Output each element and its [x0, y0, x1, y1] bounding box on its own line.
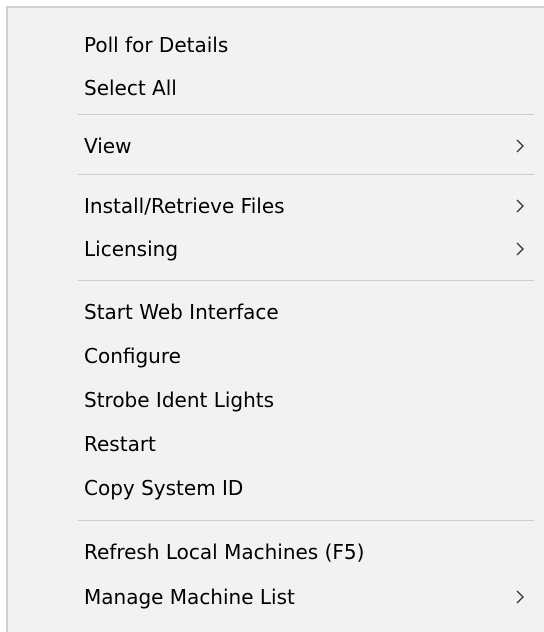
menu-item-label: Poll for Details [84, 33, 229, 57]
menu-item-label: Copy System ID [84, 476, 244, 500]
menu-separator [78, 280, 534, 281]
chevron-right-icon [516, 590, 524, 604]
menu-item-label: Manage Machine List [84, 585, 295, 609]
menu-item-label: Strobe Ident Lights [84, 388, 275, 412]
menu-item-label: Restart [84, 432, 156, 456]
chevron-right-icon [516, 242, 524, 256]
menu-separator [78, 174, 534, 175]
chevron-right-icon [516, 139, 524, 153]
context-menu: Poll for Details Select All View Install… [6, 6, 544, 632]
menu-item-restart[interactable]: Restart [8, 422, 544, 466]
menu-item-poll-for-details[interactable]: Poll for Details [8, 23, 544, 67]
menu-item-refresh-local-machines[interactable]: Refresh Local Machines (F5) [8, 530, 544, 574]
menu-item-configure[interactable]: Configure [8, 334, 544, 378]
menu-item-label: Select All [84, 76, 177, 100]
menu-item-manage-machine-list[interactable]: Manage Machine List [8, 575, 544, 619]
menu-item-label: Refresh Local Machines (F5) [84, 540, 365, 564]
menu-item-label: Licensing [84, 237, 179, 261]
menu-item-view[interactable]: View [8, 124, 544, 168]
menu-item-label: Start Web Interface [84, 300, 279, 324]
menu-item-select-all[interactable]: Select All [8, 66, 544, 110]
chevron-right-icon [516, 199, 524, 213]
menu-item-label: Configure [84, 344, 181, 368]
menu-separator [78, 520, 534, 521]
menu-item-copy-system-id[interactable]: Copy System ID [8, 466, 544, 510]
menu-item-label: Install/Retrieve Files [84, 194, 285, 218]
menu-separator [78, 114, 534, 115]
menu-item-strobe-ident-lights[interactable]: Strobe Ident Lights [8, 378, 544, 422]
menu-item-start-web-interface[interactable]: Start Web Interface [8, 290, 544, 334]
menu-item-label: View [84, 134, 132, 158]
menu-item-install-retrieve-files[interactable]: Install/Retrieve Files [8, 184, 544, 228]
menu-item-licensing[interactable]: Licensing [8, 227, 544, 271]
